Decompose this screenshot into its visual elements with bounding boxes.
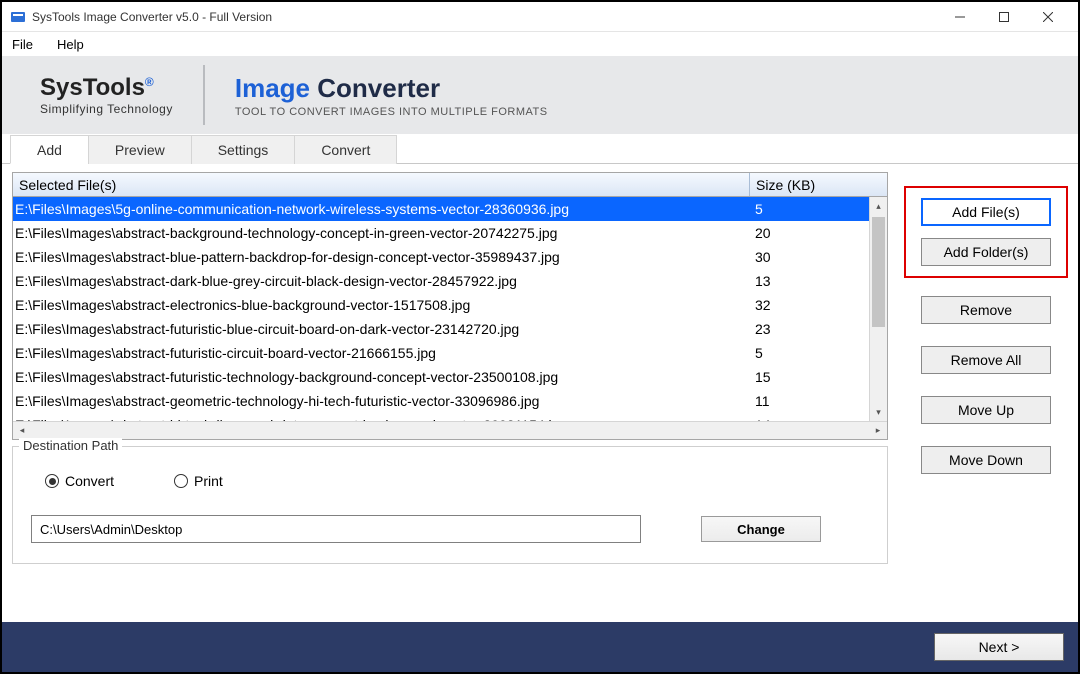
menu-file[interactable]: File: [8, 35, 37, 54]
col-header-size[interactable]: Size (KB): [749, 173, 869, 196]
logo-name: SysTools: [40, 74, 145, 101]
tab-add[interactable]: Add: [10, 135, 89, 164]
product-tagline: TOOL TO CONVERT IMAGES INTO MULTIPLE FOR…: [235, 106, 548, 118]
row-size: 15: [749, 369, 869, 385]
file-table: Selected File(s) Size (KB) E:\Files\Imag…: [12, 172, 888, 440]
row-path: E:\Files\Images\abstract-futuristic-circ…: [15, 345, 749, 361]
add-files-button[interactable]: Add File(s): [921, 198, 1051, 226]
radio-convert-label: Convert: [65, 473, 114, 489]
destination-legend: Destination Path: [19, 438, 122, 453]
footer-bar: Next >: [2, 622, 1078, 672]
table-row[interactable]: E:\Files\Images\abstract-electronics-blu…: [13, 293, 869, 317]
col-header-file[interactable]: Selected File(s): [13, 177, 749, 193]
row-path: E:\Files\Images\abstract-background-tech…: [15, 225, 749, 241]
menu-help[interactable]: Help: [53, 35, 88, 54]
logo-block: SysTools® Simplifying Technology: [12, 65, 205, 125]
scroll-down-icon[interactable]: ▾: [870, 403, 887, 421]
vertical-scrollbar[interactable]: ▴ ▾: [869, 197, 887, 421]
row-path: E:\Files\Images\abstract-futuristic-tech…: [15, 369, 749, 385]
tabs-row: Add Preview Settings Convert: [2, 134, 1078, 164]
table-body: E:\Files\Images\5g-online-communication-…: [13, 197, 887, 421]
tab-preview[interactable]: Preview: [88, 135, 192, 164]
table-header: Selected File(s) Size (KB): [13, 173, 887, 197]
row-path: E:\Files\Images\abstract-futuristic-blue…: [15, 321, 749, 337]
table-row[interactable]: E:\Files\Images\abstract-futuristic-tech…: [13, 365, 869, 389]
table-row[interactable]: E:\Files\Images\abstract-futuristic-circ…: [13, 341, 869, 365]
table-row[interactable]: E:\Files\Images\abstract-dark-blue-grey-…: [13, 269, 869, 293]
radio-print[interactable]: Print: [174, 473, 223, 489]
product-word1: Image: [235, 73, 310, 103]
scroll-left-icon[interactable]: ◂: [13, 422, 31, 439]
table-row[interactable]: E:\Files\Images\abstract-blue-pattern-ba…: [13, 245, 869, 269]
minimize-button[interactable]: [938, 2, 982, 32]
row-size: 5: [749, 201, 869, 217]
next-button[interactable]: Next >: [934, 633, 1064, 661]
logo-tagline: Simplifying Technology: [40, 102, 173, 116]
scroll-up-icon[interactable]: ▴: [870, 197, 887, 215]
logo-registered: ®: [145, 75, 154, 89]
table-row[interactable]: E:\Files\Images\abstract-geometric-techn…: [13, 389, 869, 413]
add-buttons-highlight: Add File(s) Add Folder(s): [904, 186, 1068, 278]
row-path: E:\Files\Images\abstract-geometric-techn…: [15, 393, 749, 409]
table-row[interactable]: E:\Files\Images\abstract-hi-tech-lines-a…: [13, 413, 869, 421]
move-up-button[interactable]: Move Up: [921, 396, 1051, 424]
table-row[interactable]: E:\Files\Images\abstract-background-tech…: [13, 221, 869, 245]
row-path: E:\Files\Images\abstract-blue-pattern-ba…: [15, 249, 749, 265]
row-size: 11: [749, 393, 869, 409]
move-down-button[interactable]: Move Down: [921, 446, 1051, 474]
title-bar: SysTools Image Converter v5.0 - Full Ver…: [2, 2, 1078, 32]
row-path: E:\Files\Images\5g-online-communication-…: [15, 201, 749, 217]
row-size: 30: [749, 249, 869, 265]
row-size: 32: [749, 297, 869, 313]
row-size: 23: [749, 321, 869, 337]
destination-path-input[interactable]: [31, 515, 641, 543]
row-size: 13: [749, 273, 869, 289]
destination-path-group: Destination Path Convert Print Change: [12, 446, 888, 564]
close-button[interactable]: [1026, 2, 1070, 32]
left-pane: Selected File(s) Size (KB) E:\Files\Imag…: [12, 172, 888, 622]
radio-print-label: Print: [194, 473, 223, 489]
row-size: 20: [749, 225, 869, 241]
window-title: SysTools Image Converter v5.0 - Full Ver…: [32, 10, 272, 24]
add-folders-button[interactable]: Add Folder(s): [921, 238, 1051, 266]
app-icon: [10, 9, 26, 25]
app-window: SysTools Image Converter v5.0 - Full Ver…: [0, 0, 1080, 674]
row-path: E:\Files\Images\abstract-dark-blue-grey-…: [15, 273, 749, 289]
scroll-thumb[interactable]: [872, 217, 885, 327]
radio-dot-icon: [174, 474, 188, 488]
row-path: E:\Files\Images\abstract-electronics-blu…: [15, 297, 749, 313]
horizontal-scrollbar[interactable]: ◂ ▸: [13, 421, 887, 439]
product-word2: Converter: [317, 73, 440, 103]
remove-all-button[interactable]: Remove All: [921, 346, 1051, 374]
side-action-panel: Add File(s) Add Folder(s) Remove Remove …: [904, 172, 1068, 622]
menu-bar: File Help: [2, 32, 1078, 56]
branding-banner: SysTools® Simplifying Technology Image C…: [2, 56, 1078, 134]
table-row[interactable]: E:\Files\Images\5g-online-communication-…: [13, 197, 869, 221]
tab-settings[interactable]: Settings: [191, 135, 296, 164]
maximize-button[interactable]: [982, 2, 1026, 32]
scroll-right-icon[interactable]: ▸: [869, 422, 887, 439]
main-area: Selected File(s) Size (KB) E:\Files\Imag…: [2, 164, 1078, 622]
table-row[interactable]: E:\Files\Images\abstract-futuristic-blue…: [13, 317, 869, 341]
radio-dot-icon: [45, 474, 59, 488]
row-size: 5: [749, 345, 869, 361]
remove-button[interactable]: Remove: [921, 296, 1051, 324]
tab-convert[interactable]: Convert: [294, 135, 397, 164]
change-button[interactable]: Change: [701, 516, 821, 542]
product-block: Image Converter TOOL TO CONVERT IMAGES I…: [235, 73, 548, 118]
radio-convert[interactable]: Convert: [45, 473, 114, 489]
